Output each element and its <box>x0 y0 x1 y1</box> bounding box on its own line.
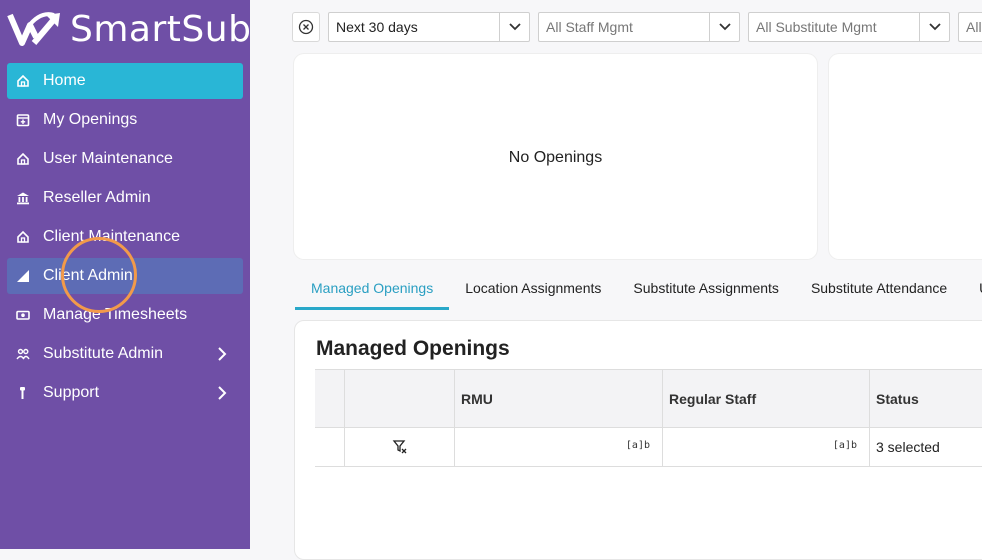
column-header-status[interactable]: Status <box>870 370 982 427</box>
staff-mgmt-select[interactable]: All Staff Mgmt <box>538 12 740 42</box>
panel-title: Managed Openings <box>316 337 510 360</box>
empty-state-text: No Openings <box>508 149 603 166</box>
sidebar-item-substitute-admin[interactable]: Substitute Admin <box>7 336 243 372</box>
chevron-down-icon[interactable] <box>919 13 949 41</box>
sidebar-item-home[interactable]: Home <box>7 63 243 99</box>
sidebar-item-support[interactable]: Support <box>7 375 243 411</box>
sidebar-nav: Home My Openings User Maintenance Resell… <box>7 63 243 414</box>
substitute-mgmt-value: All Substitute Mgmt <box>756 19 877 35</box>
text-filter-icon[interactable]: [a]b <box>626 440 650 451</box>
sidebar-item-manage-timesheets[interactable]: Manage Timesheets <box>7 297 243 333</box>
brand-logo[interactable]: SmartSub <box>6 6 251 52</box>
sidebar-item-reseller-admin[interactable]: Reseller Admin <box>7 180 243 216</box>
column-header-regular-staff[interactable]: Regular Staff <box>663 370 870 427</box>
money-icon <box>15 307 31 323</box>
sidebar-item-label: Home <box>43 72 86 89</box>
sidebar-item-client-maintenance[interactable]: Client Maintenance <box>7 219 243 255</box>
second-summary-card <box>829 54 982 259</box>
column-header-rmu[interactable]: RMU <box>455 370 663 427</box>
bar-chart-icon <box>15 268 31 284</box>
home-icon <box>15 73 31 89</box>
staff-mgmt-value: All Staff Mgmt <box>546 19 633 35</box>
tab-substitute-assignments[interactable]: Substitute Assignments <box>617 270 795 310</box>
openings-grid: RMU Regular Staff Status [a]b [a]b 3 sel… <box>315 369 982 467</box>
users-icon <box>15 346 31 362</box>
grid-filter-row: [a]b [a]b 3 selected <box>315 428 982 467</box>
tab-truncated[interactable]: U <box>963 270 982 310</box>
home-icon <box>15 229 31 245</box>
sidebar: SmartSub Home My Openings User Maintenan… <box>0 0 251 549</box>
close-circle-icon <box>298 19 314 35</box>
clear-filters-button[interactable] <box>292 12 320 42</box>
bank-icon <box>15 190 31 206</box>
calendar-plus-icon <box>15 112 31 128</box>
date-range-select[interactable]: Next 30 days <box>328 12 530 42</box>
tab-location-assignments[interactable]: Location Assignments <box>449 270 617 310</box>
brand-name: SmartSub <box>70 8 252 50</box>
openings-summary-card: No Openings <box>294 54 817 259</box>
sidebar-item-label: User Maintenance <box>43 150 173 167</box>
column-header-actions[interactable] <box>345 370 455 427</box>
column-header-select[interactable] <box>315 370 345 427</box>
chevron-right-icon[interactable] <box>215 384 229 402</box>
sidebar-item-client-admin[interactable]: Client Admin <box>7 258 243 294</box>
managed-openings-panel: Managed Openings RMU Regular Staff Statu… <box>294 320 982 560</box>
text-filter-icon[interactable]: [a]b <box>833 440 857 451</box>
substitute-mgmt-select[interactable]: All Substitute Mgmt <box>748 12 950 42</box>
status-filter-select[interactable]: 3 selected <box>870 428 982 466</box>
sidebar-item-user-maintenance[interactable]: User Maintenance <box>7 141 243 177</box>
fourth-filter-select[interactable]: All <box>958 12 982 42</box>
regular-staff-filter-input[interactable]: [a]b <box>663 428 870 466</box>
date-range-value: Next 30 days <box>336 19 418 35</box>
clear-filter-button[interactable] <box>345 428 455 466</box>
sidebar-item-my-openings[interactable]: My Openings <box>7 102 243 138</box>
chevron-down-icon[interactable] <box>499 13 529 41</box>
main-content: Next 30 days All Staff Mgmt All Substitu… <box>250 0 982 560</box>
sidebar-item-label: Client Admin <box>43 267 133 284</box>
filter-cell-select <box>315 428 345 466</box>
tab-managed-openings[interactable]: Managed Openings <box>295 270 450 310</box>
sidebar-item-label: My Openings <box>43 111 138 128</box>
wrench-icon <box>15 385 31 401</box>
sidebar-item-label: Support <box>43 384 100 401</box>
fourth-filter-value: All <box>966 19 982 35</box>
sidebar-item-label: Client Maintenance <box>43 228 180 245</box>
home-icon <box>15 151 31 167</box>
filter-clear-icon <box>392 440 406 454</box>
tab-bar: Managed Openings Location Assignments Su… <box>295 270 982 310</box>
smartsub-logo-icon <box>7 12 60 46</box>
sidebar-item-label: Substitute Admin <box>43 345 164 362</box>
chevron-right-icon[interactable] <box>215 345 229 363</box>
sidebar-item-label: Manage Timesheets <box>43 306 188 323</box>
chevron-down-icon[interactable] <box>709 13 739 41</box>
rmu-filter-input[interactable]: [a]b <box>455 428 663 466</box>
grid-header-row: RMU Regular Staff Status <box>315 370 982 428</box>
sidebar-item-label: Reseller Admin <box>43 189 151 206</box>
tab-substitute-attendance[interactable]: Substitute Attendance <box>795 270 963 310</box>
